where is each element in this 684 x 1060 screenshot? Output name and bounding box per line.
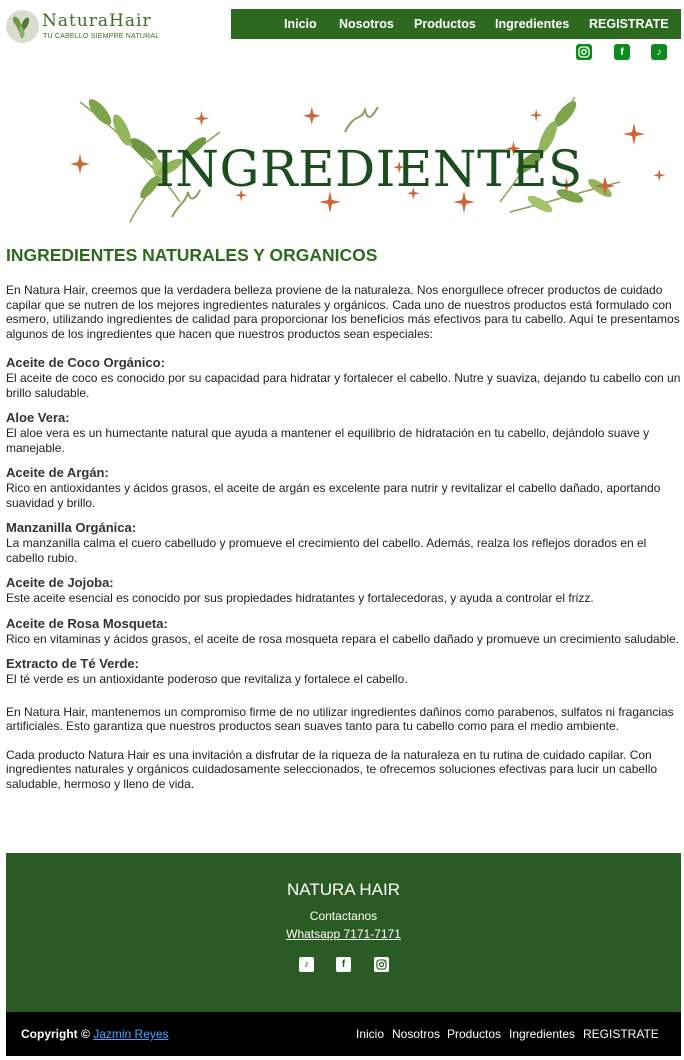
footer-nav-ingredientes[interactable]: Ingredientes <box>509 1027 575 1041</box>
ingredient-item: Manzanilla Orgánica: La manzanilla calma… <box>6 520 682 565</box>
header-instagram-link[interactable] <box>576 44 592 60</box>
footer-whatsapp-link[interactable]: Whatsapp 7171-7171 <box>6 927 681 941</box>
copyright: Copyright © Jazmin Reyes <box>21 1027 169 1041</box>
footer-nav-inicio[interactable]: Inicio <box>356 1027 384 1041</box>
footer-nav-nosotros[interactable]: Nosotros <box>392 1027 440 1041</box>
logo[interactable]: NaturaHair TU CABELLO SIEMPRE NATURAL <box>6 8 166 48</box>
logo-name: NaturaHair <box>42 11 152 31</box>
banner-title: INGREDIENTES <box>155 140 583 198</box>
ingredient-name: Aceite de Coco Orgánico: <box>6 355 165 370</box>
main-nav: Inicio Nosotros Productos Ingredientes R… <box>231 9 681 39</box>
bottom-bar: Copyright © Jazmin Reyes Inicio Nosotros… <box>6 1012 681 1056</box>
instagram-icon[interactable] <box>374 957 389 972</box>
ingredient-name: Aceite de Jojoba: <box>6 575 114 590</box>
hero-banner: INGREDIENTES <box>60 92 670 227</box>
logo-tagline: TU CABELLO SIEMPRE NATURAL <box>43 33 160 40</box>
nav-registrate[interactable]: REGISTRATE <box>589 17 669 31</box>
tiktok-icon[interactable]: ♪ <box>299 957 314 972</box>
ingredient-description: Este aceite esencial es conocido por sus… <box>6 591 594 605</box>
site-footer: NATURA HAIR Contactanos Whatsapp 7171-71… <box>6 853 681 1012</box>
copyright-label: Copyright © <box>21 1027 90 1041</box>
ingredient-name: Manzanilla Orgánica: <box>6 520 137 535</box>
page-heading: INGREDIENTES NATURALES Y ORGANICOS <box>6 245 378 265</box>
ingredient-name: Extracto de Té Verde: <box>6 656 139 671</box>
ingredient-name: Aceite de Argán: <box>6 465 109 480</box>
header-facebook-link[interactable]: f <box>614 44 630 60</box>
logo-emblem <box>6 10 39 43</box>
facebook-icon: f <box>614 44 630 60</box>
ingredient-name: Aloe Vera: <box>6 410 70 425</box>
nav-productos[interactable]: Productos <box>414 17 476 31</box>
commitment-paragraph: En Natura Hair, mantenemos un compromiso… <box>6 704 674 734</box>
ingredient-description: Rico en vitaminas y ácidos grasos, el ac… <box>6 631 680 646</box>
ingredient-description: El aceite de coco es conocido por su cap… <box>6 371 681 400</box>
instagram-icon <box>576 44 592 60</box>
footer-nav-registrate[interactable]: REGISTRATE <box>583 1027 659 1041</box>
ingredient-item: Aceite de Jojoba: Este aceite esencial e… <box>6 575 682 606</box>
ingredient-item: Aloe Vera: El aloe vera es un humectante… <box>6 410 682 455</box>
tiktok-icon: ♪ <box>651 44 667 60</box>
ingredient-description: Rico en antioxidantes y ácidos grasos, e… <box>6 481 661 510</box>
footer-nav-productos[interactable]: Productos <box>447 1027 501 1041</box>
nav-inicio[interactable]: Inicio <box>284 17 317 31</box>
nav-nosotros[interactable]: Nosotros <box>339 17 394 31</box>
ingredient-item: Aceite de Coco Orgánico: El aceite de co… <box>6 355 682 400</box>
ingredient-description: La manzanilla calma el cuero cabelludo y… <box>6 536 647 565</box>
ingredient-item: Aceite de Rosa Mosqueta: Rico en vitamin… <box>6 616 682 647</box>
ingredient-item: Extracto de Té Verde: El té verde es un … <box>6 656 682 687</box>
author-link[interactable]: Jazmin Reyes <box>93 1027 168 1041</box>
ingredient-description: El aloe vera es un humectante natural qu… <box>6 426 650 455</box>
facebook-icon[interactable]: f <box>336 957 351 972</box>
footer-brand: NATURA HAIR <box>286 880 401 899</box>
nav-ingredientes[interactable]: Ingredientes <box>495 17 569 31</box>
intro-paragraph: En Natura Hair, creemos que la verdadera… <box>6 283 680 341</box>
site-header: NaturaHair TU CABELLO SIEMPRE NATURAL In… <box>0 0 684 86</box>
ingredient-name: Aceite de Rosa Mosqueta: <box>6 615 168 631</box>
main-content: INGREDIENTES NATURALES Y ORGANICOS En Na… <box>6 244 682 805</box>
footer-contact-label: Contactanos <box>309 909 378 923</box>
header-tiktok-link[interactable]: ♪ <box>651 44 667 60</box>
ingredient-item: Aceite de Argán: Rico en antioxidantes y… <box>6 465 682 510</box>
ingredient-description: El té verde es un antioxidante poderoso … <box>6 672 408 686</box>
closing-paragraph: Cada producto Natura Hair es una invitac… <box>6 747 658 791</box>
